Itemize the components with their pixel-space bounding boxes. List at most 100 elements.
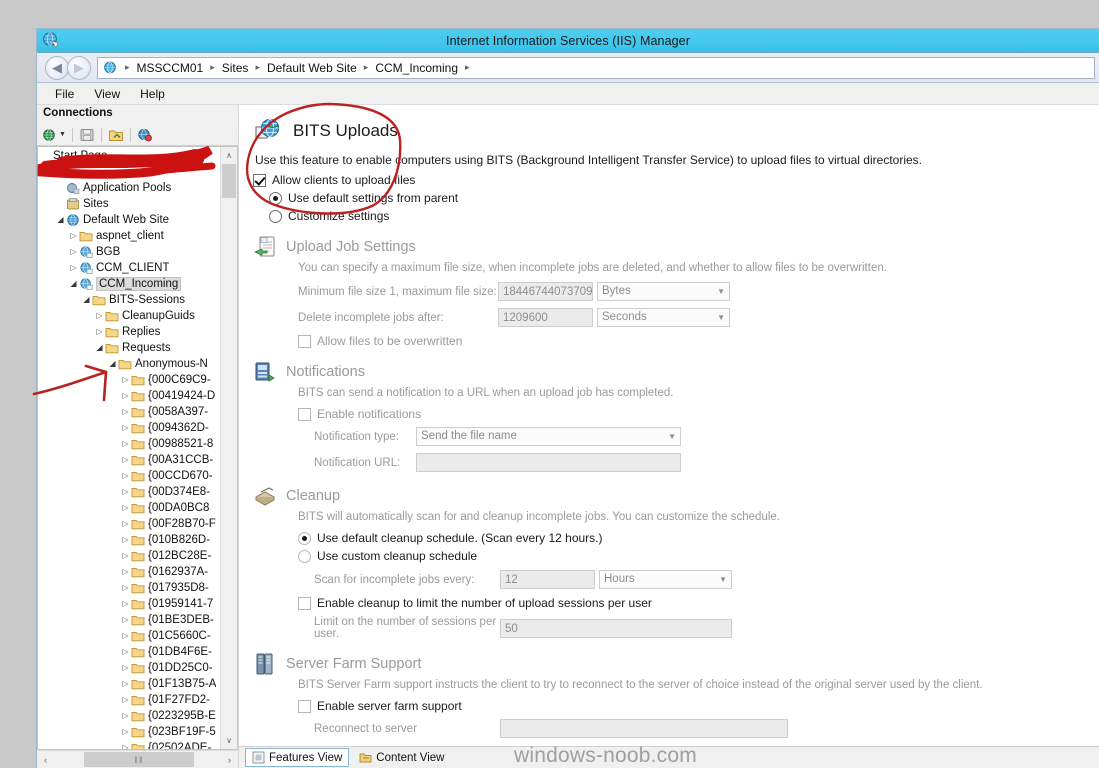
expand-triangle-icon[interactable]: ▷ [120,708,131,724]
reconnect-server-input[interactable] [500,719,788,738]
tree-node[interactable]: ▷ {0223295B-E [38,708,221,724]
tab-features-view[interactable]: Features View [245,748,350,767]
expand-triangle-icon[interactable]: ▷ [120,532,131,548]
expand-triangle-icon[interactable]: ▷ [120,596,131,612]
default-cleanup-schedule-row[interactable]: Use default cleanup schedule. (Scan ever… [298,531,1087,545]
expand-triangle-icon[interactable]: ▷ [120,452,131,468]
tree-node[interactable]: ◢ CCM_Incoming [38,276,221,292]
customize-settings-radio[interactable] [269,209,282,223]
scroll-left-button[interactable]: ‹ [37,751,54,768]
tree-node[interactable]: ▷ {0094362D- [38,420,221,436]
tree-node[interactable]: ▷ {023BF19F-5 [38,724,221,740]
menu-help[interactable]: Help [130,85,175,103]
expand-triangle-icon[interactable]: ▷ [120,564,131,580]
enable-notifications-checkbox-row[interactable]: Enable notifications [298,407,1087,421]
custom-cleanup-schedule-row[interactable]: Use custom cleanup schedule [298,549,1087,563]
breadcrumb-item-sites[interactable]: Sites [219,60,252,76]
enable-server-farm-checkbox[interactable] [298,699,311,713]
expand-triangle-icon[interactable]: ▷ [120,740,131,749]
expand-triangle-icon[interactable]: ▷ [120,468,131,484]
forward-arrow-icon[interactable]: ▶ [67,55,91,80]
expand-triangle-icon[interactable]: ▷ [94,324,105,340]
scan-interval-input[interactable]: 12 [500,570,595,589]
tree-node[interactable]: ▷ {00CCD670- [38,468,221,484]
back-arrow-icon[interactable]: ◀ [45,55,69,80]
tree-vertical-scrollbar[interactable]: ∧ ∨ [220,147,237,749]
default-cleanup-schedule-radio[interactable] [298,531,311,545]
save-connections-icon[interactable] [79,127,95,143]
tree-node[interactable]: ◢ Anonymous-N [38,356,221,372]
expand-triangle-icon[interactable]: ▷ [120,676,131,692]
tree-node[interactable]: Start Page [38,148,221,164]
tree-node[interactable]: ▷ {00988521-8 [38,436,221,452]
breadcrumb-separator-trailing[interactable]: ▸ [463,62,472,73]
use-default-settings-radio-row[interactable]: Use default settings from parent [253,191,1087,205]
connect-to-site-icon[interactable] [108,127,124,143]
tree-node[interactable]: ▷ CleanupGuids [38,308,221,324]
max-file-size-input[interactable]: 18446744073709551 [498,282,593,301]
limit-sessions-checkbox-row[interactable]: Enable cleanup to limit the number of up… [298,596,1087,610]
scroll-down-button[interactable]: ∨ [221,732,237,749]
tree-node[interactable]: ▷ {0058A397- [38,404,221,420]
connections-tree[interactable]: Start Page Application Pools Sites ◢ Default… [37,146,238,750]
notification-type-select[interactable]: Send the file name ▼ [416,427,681,446]
expand-triangle-icon[interactable]: ▷ [120,660,131,676]
tree-node[interactable]: ▷ {01959141-7 [38,596,221,612]
tree-node[interactable]: ▷ {010B826D- [38,532,221,548]
tree-node[interactable]: ▷ {01F27FD2- [38,692,221,708]
scroll-track[interactable] [221,164,237,732]
expand-triangle-icon[interactable]: ▷ [120,580,131,596]
delete-incomplete-input[interactable]: 1209600 [498,308,593,327]
expand-triangle-icon[interactable]: ▷ [120,548,131,564]
tree-node[interactable]: ▷ {00419424-D [38,388,221,404]
expand-triangle-icon[interactable]: ▷ [120,644,131,660]
customize-settings-radio-row[interactable]: Customize settings [253,209,1087,223]
expand-triangle-icon[interactable]: ▷ [120,420,131,436]
expand-triangle-icon[interactable]: ▷ [120,612,131,628]
tree-node[interactable]: Application Pools [38,180,221,196]
breadcrumb-item-server[interactable]: MSSCCM01 [134,60,207,76]
tree-node[interactable]: ▷ Replies [38,324,221,340]
tree-node[interactable]: ▷ BGB [38,244,221,260]
tree-node[interactable]: ◢ BITS-Sessions [38,292,221,308]
expand-triangle-icon[interactable]: ▷ [120,388,131,404]
expand-triangle-icon[interactable]: ▷ [120,436,131,452]
enable-server-farm-checkbox-row[interactable]: Enable server farm support [298,699,1087,713]
delete-incomplete-unit-select[interactable]: Seconds ▼ [597,308,730,327]
expand-triangle-icon[interactable]: ▷ [94,308,105,324]
session-limit-input[interactable]: 50 [500,618,732,638]
notification-url-input[interactable] [416,453,681,472]
tree-node-redacted[interactable] [38,164,221,180]
menu-view[interactable]: View [84,85,130,103]
expand-triangle-icon[interactable]: ▷ [68,244,79,260]
tree-node[interactable]: ▷ {01F13B75-A [38,676,221,692]
max-file-size-unit-select[interactable]: Bytes ▼ [597,282,730,301]
collapse-triangle-icon[interactable]: ◢ [94,340,105,356]
allow-clients-upload-checkbox-row[interactable]: Allow clients to upload files [253,173,1087,187]
tree-node[interactable]: ◢ Requests [38,340,221,356]
tree-horizontal-scrollbar[interactable]: ‹ ‖‖ › [37,750,238,768]
hscroll-track[interactable]: ‖‖ [54,751,221,768]
expand-triangle-icon[interactable]: ▷ [68,228,79,244]
tree-node[interactable]: ▷ {00F28B70-F [38,516,221,532]
tree-node[interactable]: ▷ {000C69C9- [38,372,221,388]
custom-cleanup-schedule-radio[interactable] [298,549,311,563]
tree-node[interactable]: ▷ {01BE3DEB- [38,612,221,628]
menu-file[interactable]: File [45,85,84,103]
tree-node[interactable]: ▷ {00DA0BC8 [38,500,221,516]
connect-to-server-icon[interactable] [137,127,153,143]
tab-content-view[interactable]: Content View [353,749,450,766]
allow-overwrite-checkbox-row[interactable]: Allow files to be overwritten [298,334,1087,348]
expand-triangle-icon[interactable]: ▷ [120,500,131,516]
expand-triangle-icon[interactable]: ▷ [120,724,131,740]
collapse-triangle-icon[interactable]: ◢ [68,276,79,292]
scroll-right-button[interactable]: › [221,751,238,768]
tree-node[interactable]: ▷ CCM_CLIENT [38,260,221,276]
collapse-triangle-icon[interactable]: ◢ [107,356,118,372]
tree-node[interactable]: ▷ {01DD25C0- [38,660,221,676]
enable-notifications-checkbox[interactable] [298,407,311,421]
expand-triangle-icon[interactable]: ▷ [120,372,131,388]
tree-node[interactable]: ▷ {02502ADE- [38,740,221,749]
expand-triangle-icon[interactable]: ▷ [120,628,131,644]
expand-triangle-icon[interactable]: ▷ [120,692,131,708]
